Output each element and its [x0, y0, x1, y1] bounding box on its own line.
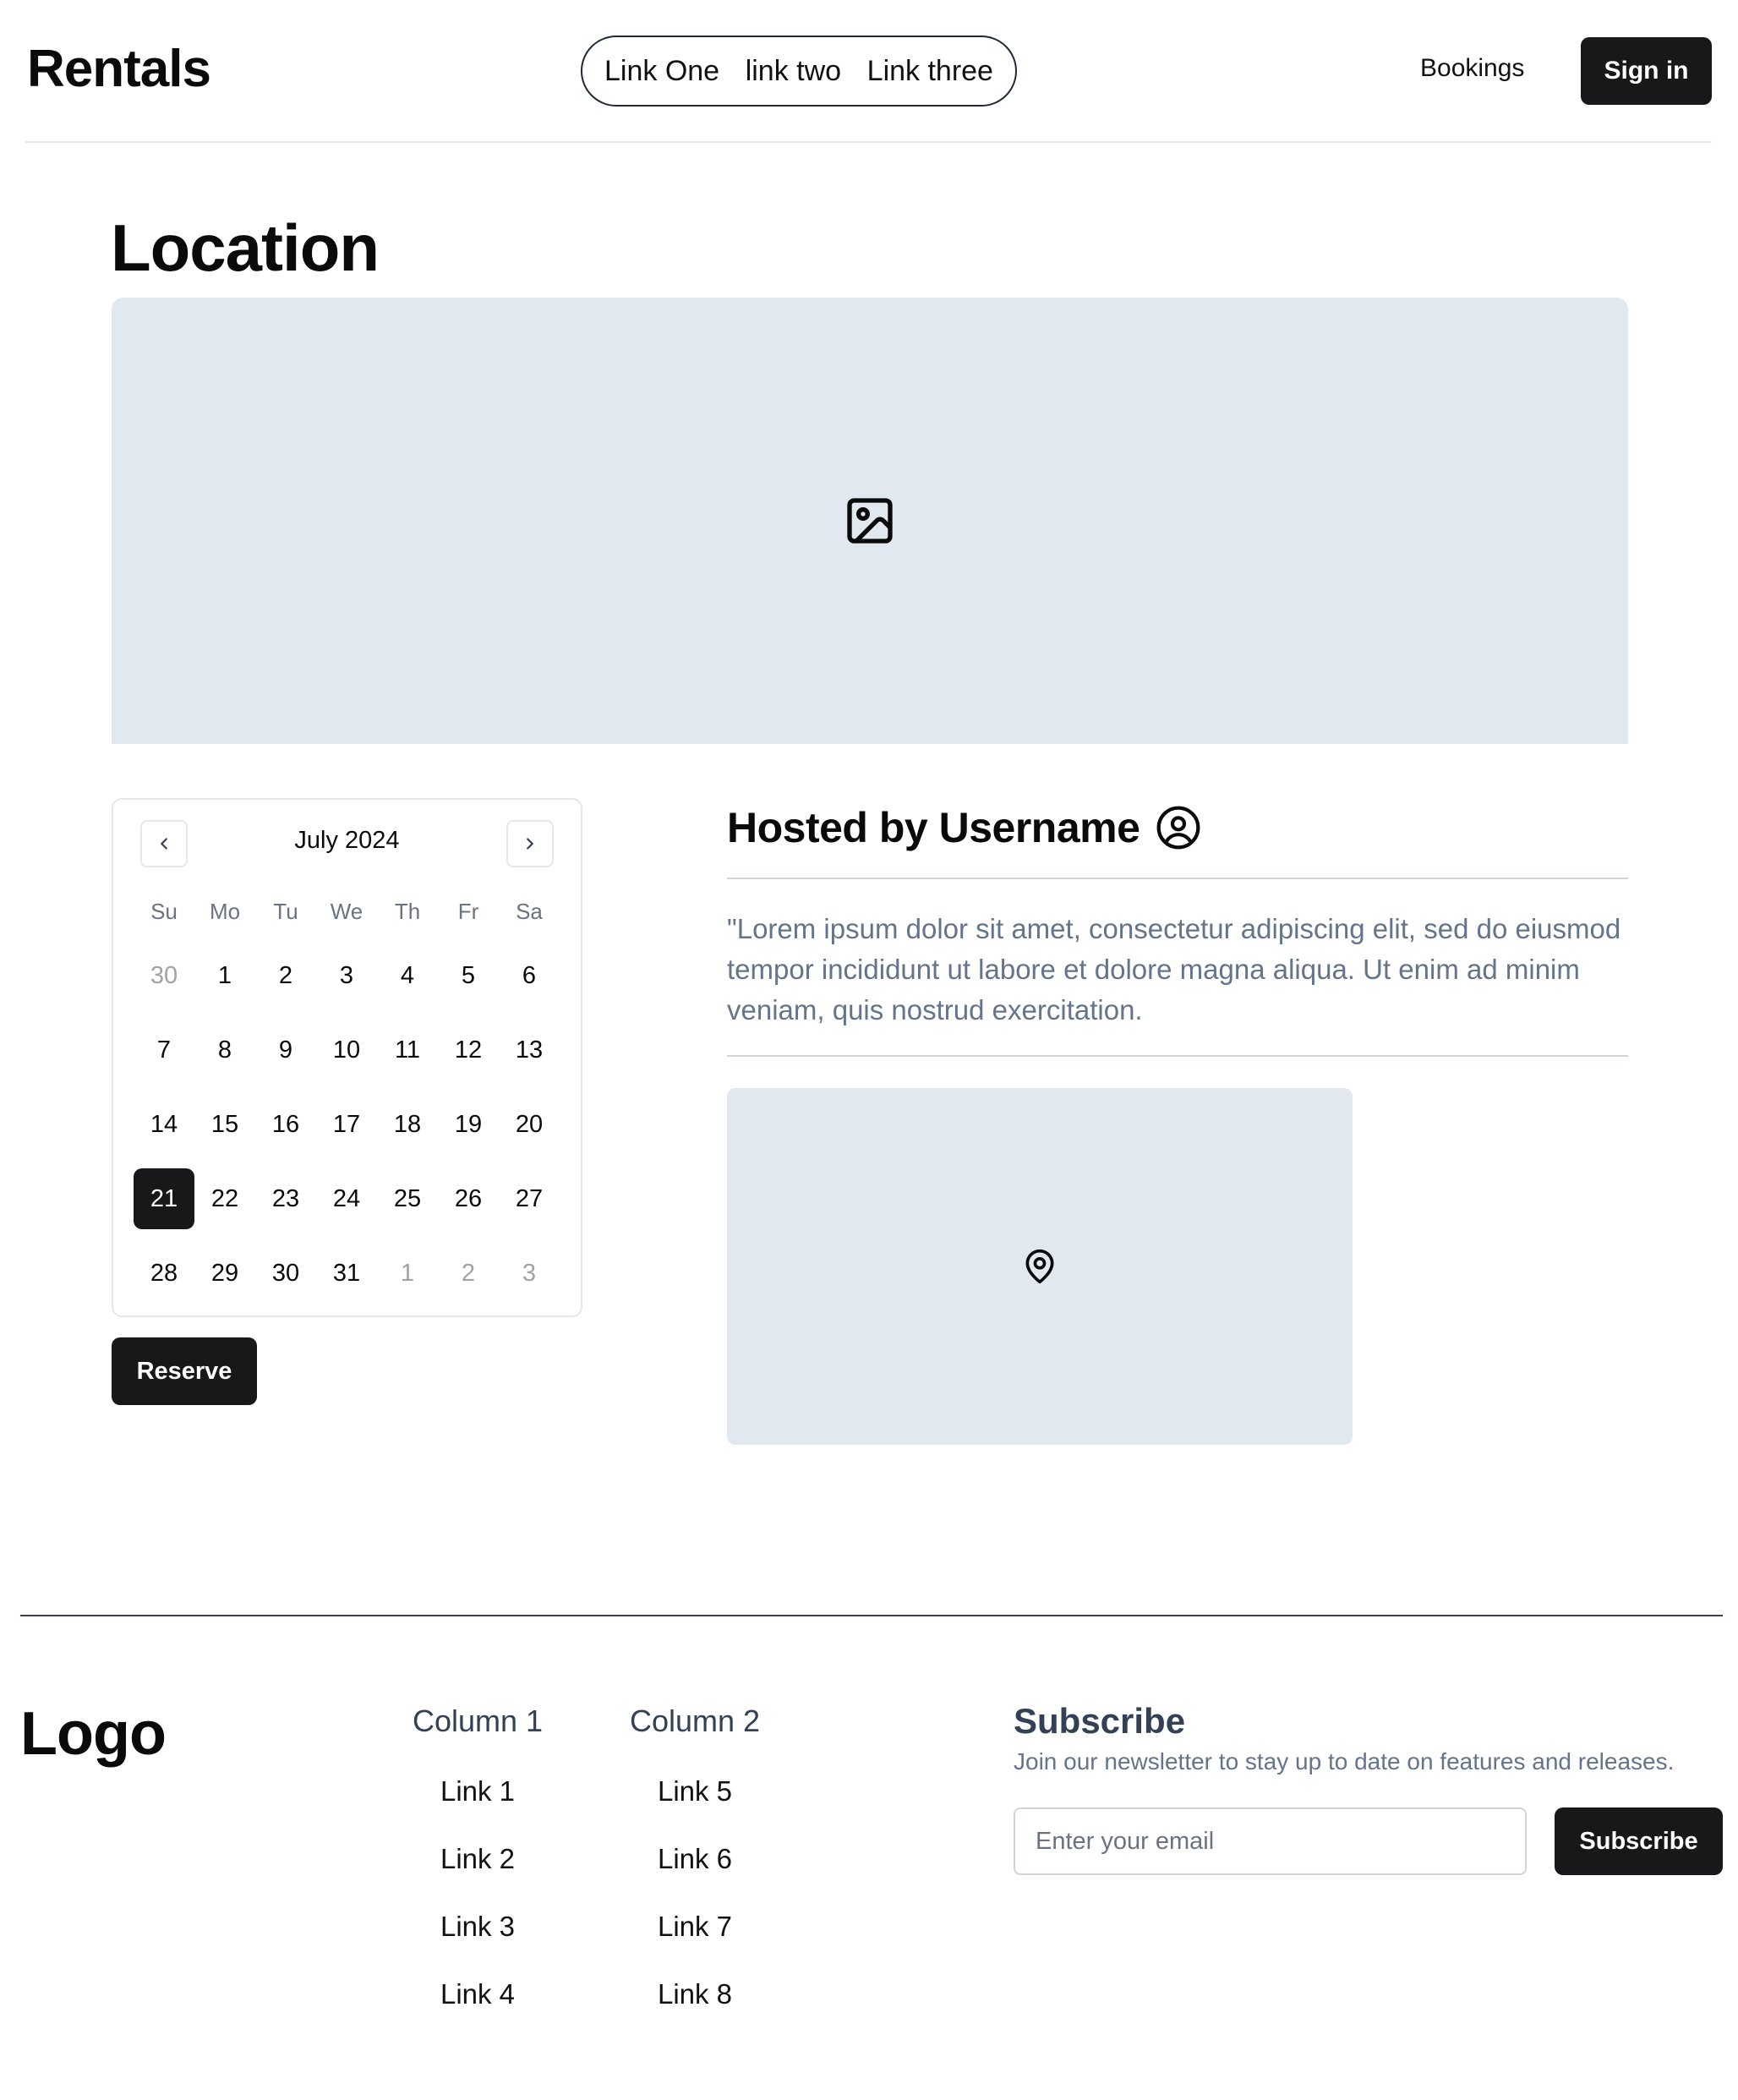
page: Rentals Link One link two Link three Boo… [0, 0, 1738, 2100]
image-icon [843, 494, 897, 548]
calendar-day[interactable]: 1 [194, 938, 255, 1013]
calendar-day[interactable]: 23 [255, 1162, 316, 1236]
calendar-day[interactable]: 6 [499, 938, 560, 1013]
calendar-day[interactable]: 4 [377, 938, 438, 1013]
calendar-day[interactable]: 22 [194, 1162, 255, 1236]
footer-column-1: Column 1 Link 1 Link 2 Link 3 Link 4 [393, 1704, 562, 2042]
weekday-label: Sa [516, 898, 543, 924]
footer-link[interactable]: Link 4 [393, 1974, 562, 2042]
weekday-label: Th [394, 898, 421, 924]
top-nav: Rentals Link One link two Link three Boo… [25, 0, 1712, 143]
column-title: Column 2 [629, 1704, 761, 1738]
host-quote: "Lorem ipsum dolor sit amet, consectetur… [727, 913, 1621, 1025]
footer-link[interactable]: Link 7 [610, 1906, 779, 1974]
user-circle-icon [1155, 804, 1202, 851]
calendar-day[interactable]: 28 [134, 1236, 194, 1310]
calendar-day[interactable]: 29 [194, 1236, 255, 1310]
calendar-day[interactable]: 17 [316, 1087, 377, 1162]
sign-in-button[interactable]: Sign in [1581, 37, 1712, 105]
footer-link[interactable]: Link 2 [393, 1839, 562, 1906]
calendar-day-selected[interactable]: 21 [134, 1168, 194, 1229]
map-placeholder[interactable] [727, 1088, 1353, 1445]
subscribe-description: Join our newsletter to stay up to date o… [1014, 1748, 1675, 1775]
calendar-day[interactable]: 1 [377, 1236, 438, 1310]
calendar-day[interactable]: 31 [316, 1236, 377, 1310]
calendar-day[interactable]: 30 [255, 1236, 316, 1310]
host-title: Hosted by Username [727, 804, 1140, 851]
calendar-day[interactable]: 7 [134, 1013, 194, 1087]
calendar-day[interactable]: 25 [377, 1162, 438, 1236]
calendar-day[interactable]: 30 [134, 938, 194, 1013]
chevron-right-icon [521, 834, 539, 853]
footer-column-2: Column 2 Link 5 Link 6 Link 7 Link 8 [610, 1704, 779, 2042]
calendar-header: July 2024 [113, 820, 581, 869]
map-pin-icon [1021, 1248, 1058, 1285]
subscribe-title: Subscribe [1014, 1701, 1186, 1741]
calendar-day[interactable]: 10 [316, 1013, 377, 1087]
weekday-label: Su [150, 898, 178, 924]
calendar-day[interactable]: 18 [377, 1087, 438, 1162]
weekday-label: Fr [457, 898, 479, 924]
brand-name[interactable]: Rentals [27, 39, 211, 99]
calendar-day[interactable]: 19 [438, 1087, 499, 1162]
weekday-label: Tu [273, 898, 298, 924]
calendar-day[interactable]: 13 [499, 1013, 560, 1087]
footer-logo[interactable]: Logo [20, 1699, 167, 1769]
calendar-day[interactable]: 2 [438, 1236, 499, 1310]
calendar-day[interactable]: 24 [316, 1162, 377, 1236]
weekday-label: We [330, 898, 363, 924]
host-heading: Hosted by Username [727, 803, 1202, 852]
calendar-day[interactable]: 11 [377, 1013, 438, 1087]
footer-link[interactable]: Link 6 [610, 1839, 779, 1906]
hero-image-placeholder [112, 298, 1628, 744]
calendar-day[interactable]: 5 [438, 938, 499, 1013]
divider [727, 878, 1628, 879]
page-title: Location [111, 211, 380, 285]
nav-links: Link One link two Link three [581, 36, 1017, 107]
calendar-grid: Su Mo Tu We Th Fr Sa 30 1 2 3 4 5 6 7 8 9 10 11 12 13 14 15 16 1… [134, 884, 560, 1310]
footer-link[interactable]: Link 5 [610, 1771, 779, 1839]
nav-link-two[interactable]: link two [746, 55, 841, 88]
bookings-link[interactable]: Bookings [1420, 54, 1524, 83]
email-input[interactable] [1014, 1807, 1527, 1875]
calendar-day[interactable]: 12 [438, 1013, 499, 1087]
next-month-button[interactable] [506, 820, 554, 867]
calendar-day[interactable]: 15 [194, 1087, 255, 1162]
calendar-day[interactable]: 14 [134, 1087, 194, 1162]
column-title: Column 1 [412, 1704, 544, 1738]
calendar-day[interactable]: 3 [499, 1236, 560, 1310]
footer-link[interactable]: Link 3 [393, 1906, 562, 1974]
date-picker-calendar: July 2024 Su Mo Tu We Th Fr Sa 30 1 2 3 4 5 6 7 8 9 10 11 1… [112, 798, 582, 1317]
nav-link-three[interactable]: Link three [867, 55, 993, 88]
reserve-button[interactable]: Reserve [112, 1337, 257, 1405]
calendar-day[interactable]: 9 [255, 1013, 316, 1087]
calendar-day[interactable]: 16 [255, 1087, 316, 1162]
footer-link[interactable]: Link 1 [393, 1771, 562, 1839]
calendar-day[interactable]: 2 [255, 938, 316, 1013]
divider [727, 1055, 1628, 1057]
nav-link-one[interactable]: Link One [604, 55, 719, 88]
subscribe-button[interactable]: Subscribe [1555, 1807, 1723, 1875]
weekday-label: Mo [209, 898, 241, 924]
calendar-day[interactable]: 20 [499, 1087, 560, 1162]
calendar-day[interactable]: 27 [499, 1162, 560, 1236]
footer-divider [20, 1615, 1723, 1616]
calendar-day[interactable]: 26 [438, 1162, 499, 1236]
footer-link[interactable]: Link 8 [610, 1974, 779, 2042]
calendar-day[interactable]: 3 [316, 938, 377, 1013]
calendar-day[interactable]: 8 [194, 1013, 255, 1087]
